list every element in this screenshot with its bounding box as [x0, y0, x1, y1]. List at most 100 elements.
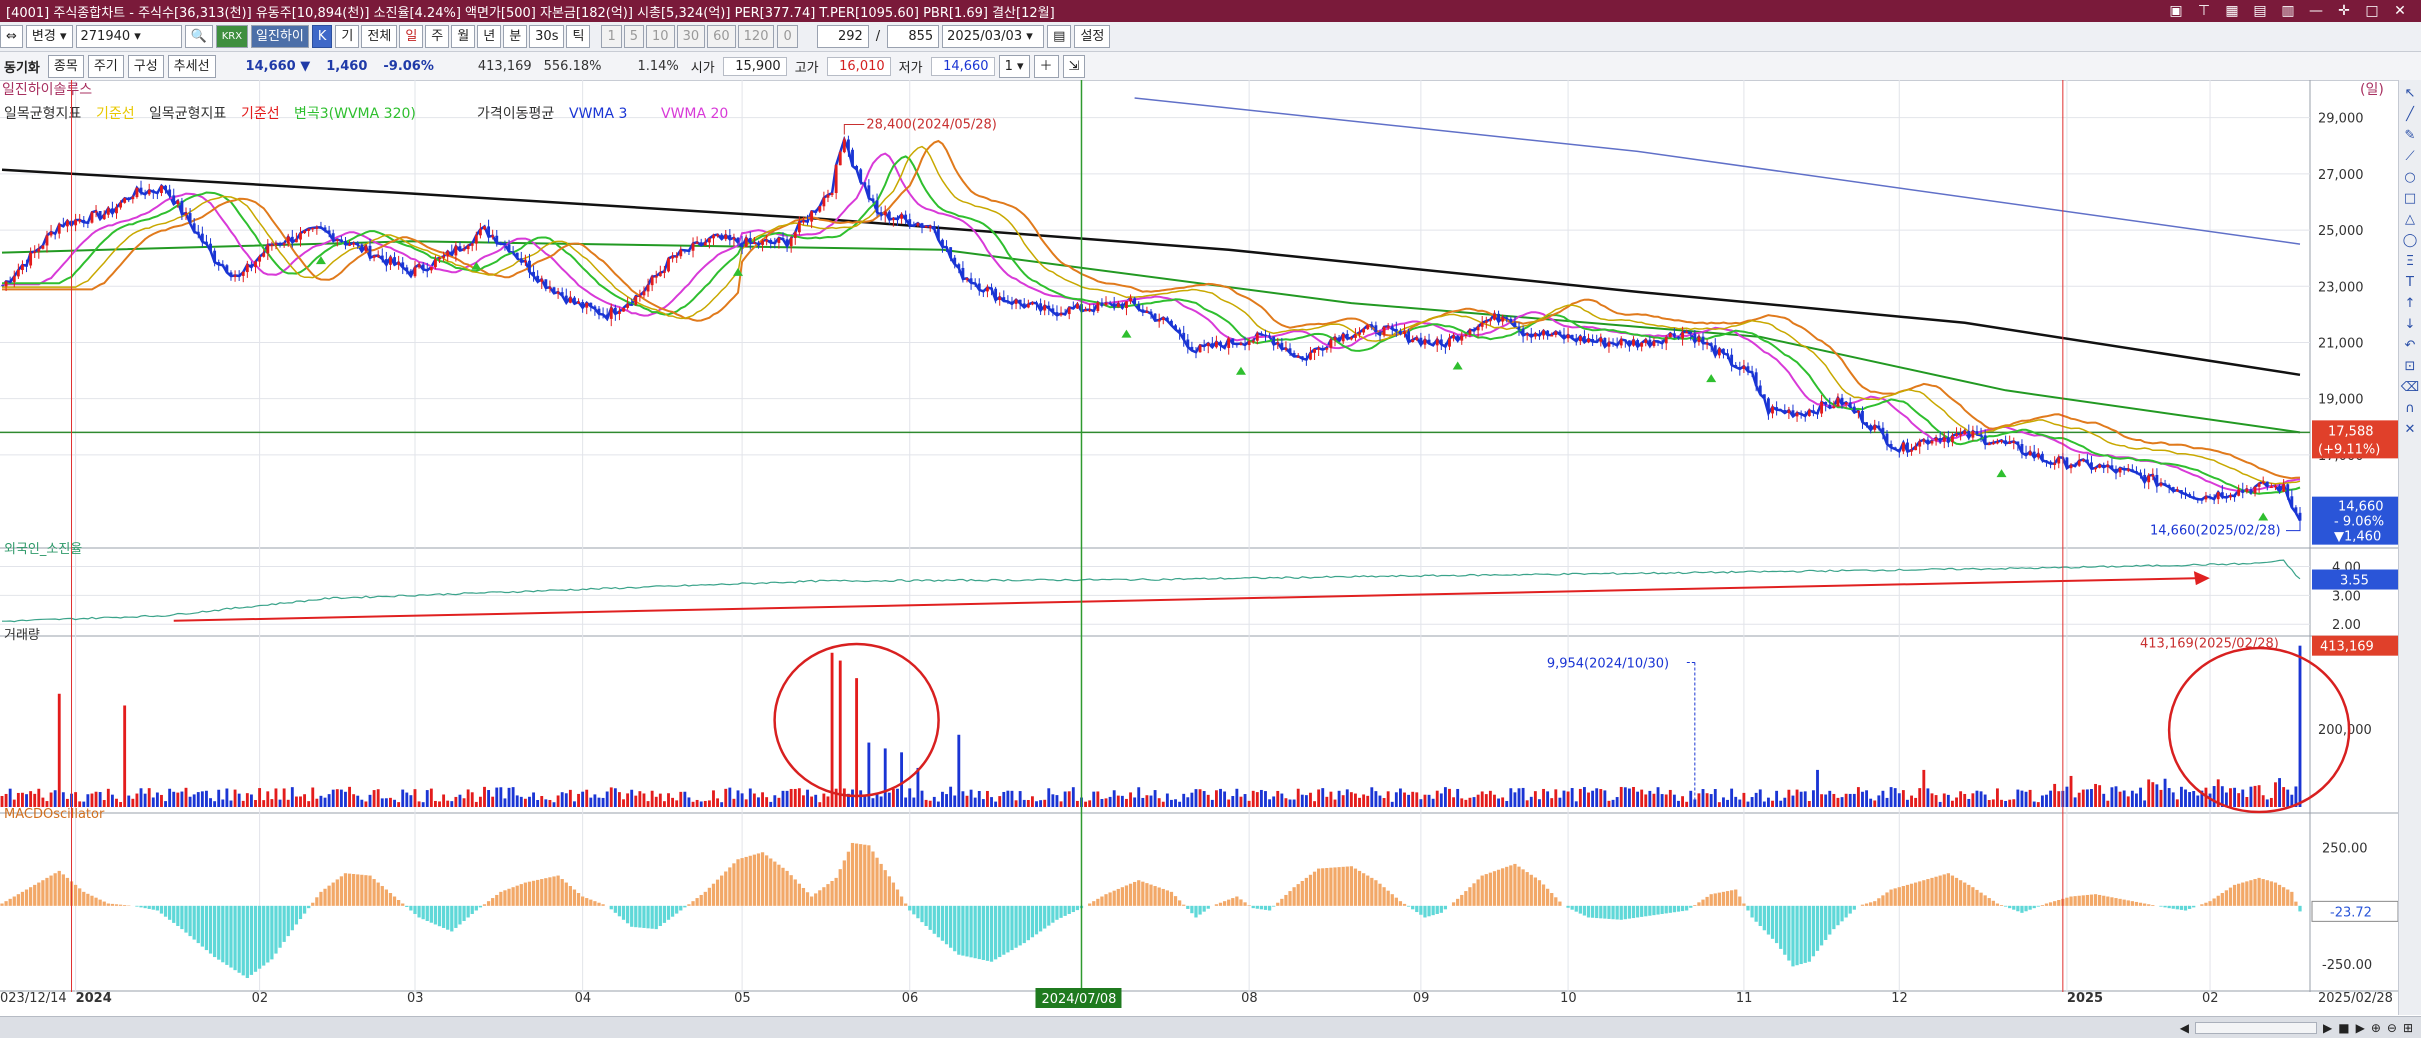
grid-icon[interactable]: ▦: [2223, 3, 2241, 19]
restore-icon[interactable]: ▣: [2167, 3, 2185, 19]
tab-1[interactable]: 전체: [361, 25, 398, 48]
zoom-out-icon[interactable]: ⊖: [2387, 1021, 2397, 1035]
compose-button[interactable]: 구성: [127, 54, 164, 78]
volume-bar: [1488, 790, 1492, 807]
stock-chart[interactable]: 29,00027,00025,00023,00021,00019,00017,0…: [0, 80, 2398, 1016]
candle-body: [716, 234, 719, 237]
period-button-30[interactable]: 30: [676, 25, 706, 48]
lock-icon[interactable]: ⊡: [2405, 359, 2416, 374]
tab-0[interactable]: 기: [335, 25, 360, 48]
tab-8[interactable]: 틱: [566, 25, 591, 48]
zoom-fit-icon[interactable]: ⊞: [2403, 1021, 2413, 1035]
period-button-1[interactable]: 1: [601, 25, 622, 48]
scroll-right-icon[interactable]: ▶: [2323, 1021, 2332, 1035]
volume-panel-title: 거래량: [4, 628, 40, 643]
close-icon[interactable]: ✕: [2391, 3, 2409, 19]
macd-bar: [1423, 905, 1427, 918]
tab-2[interactable]: 일: [399, 25, 424, 48]
candle-body: [1787, 410, 1791, 413]
image-icon[interactable]: ▤: [2251, 3, 2269, 19]
tab-6[interactable]: 분: [503, 25, 528, 48]
tab-3[interactable]: 주: [425, 25, 450, 48]
volume-bar: [1975, 790, 1979, 807]
pen-tool-icon[interactable]: ✎: [2405, 128, 2416, 143]
macd-bar: [176, 905, 180, 927]
open-label: 시가: [690, 60, 715, 76]
date-select[interactable]: 2025/03/03 ▾: [942, 25, 1045, 48]
stock-button[interactable]: 종목: [47, 54, 84, 78]
eraser-icon[interactable]: ⌫: [2401, 380, 2419, 395]
undo-icon[interactable]: ↶: [2405, 338, 2416, 353]
volume-bar: [327, 794, 331, 807]
tab-7[interactable]: 30s: [529, 25, 565, 48]
tab-5[interactable]: 년: [477, 25, 502, 48]
macd-bar: [654, 905, 658, 930]
volume-bar: [1897, 793, 1901, 807]
settings-button[interactable]: 설정: [1074, 25, 1111, 48]
play-icon[interactable]: ▶: [2356, 1021, 2365, 1035]
search-icon[interactable]: 🔍: [184, 25, 213, 48]
period-button-120[interactable]: 120: [737, 25, 775, 48]
circle-tool-icon[interactable]: ○: [2404, 170, 2415, 185]
volume-bar: [920, 790, 924, 807]
candle-body: [1668, 333, 1672, 338]
pin-icon[interactable]: ⊤: [2195, 3, 2213, 19]
text-tool-icon[interactable]: T: [2406, 275, 2414, 290]
page-select[interactable]: 1 ▾: [998, 54, 1030, 78]
macd-bar: [1337, 867, 1341, 906]
minimize-icon[interactable]: —: [2307, 3, 2325, 19]
scroll-track[interactable]: [2195, 1021, 2317, 1034]
candle-body: [1951, 435, 1954, 442]
candle-body: [421, 264, 425, 270]
magnet-icon[interactable]: ∩: [2405, 401, 2415, 416]
stock-name-field[interactable]: 일진하이: [251, 25, 309, 48]
macd-bar: [1635, 905, 1640, 918]
save-icon[interactable]: ▤: [1047, 25, 1072, 48]
move-icon[interactable]: ✛: [2335, 3, 2353, 19]
macd-bar: [1824, 905, 1828, 940]
macd-bar: [1484, 874, 1488, 906]
macd-bar: [2069, 896, 2073, 906]
zero-button[interactable]: 0: [777, 25, 798, 48]
count-field[interactable]: 292: [816, 25, 869, 48]
candle-body: [1734, 365, 1738, 368]
fib-tool-icon[interactable]: Ξ: [2406, 254, 2414, 269]
rect-tool-icon[interactable]: □: [2404, 191, 2416, 206]
volume-bar: [634, 795, 638, 807]
period-button[interactable]: 주기: [87, 54, 124, 78]
stop-icon[interactable]: ■: [2338, 1021, 2349, 1035]
period-button-5[interactable]: 5: [623, 25, 645, 48]
k-button[interactable]: K: [311, 25, 333, 48]
split-icon[interactable]: ⇔: [0, 25, 23, 48]
arrow-down-tool-icon[interactable]: ↓: [2405, 317, 2416, 332]
bottom-scrollbar[interactable]: ◀ ▶ ■ ▶ ⊕ ⊖ ⊞: [0, 1016, 2421, 1038]
dock-icon[interactable]: ▥: [2279, 3, 2297, 19]
code-select[interactable]: 271940 ▾: [75, 25, 182, 48]
triangle-tool-icon[interactable]: △: [2405, 212, 2415, 227]
trend-tool-icon[interactable]: ⟋: [2405, 149, 2414, 164]
ellipse-tool-icon[interactable]: ◯: [2403, 233, 2418, 248]
pointer-icon[interactable]: ↖: [2405, 86, 2416, 101]
zoom-in-icon[interactable]: ⊕: [2371, 1021, 2381, 1035]
period-button-60[interactable]: 60: [707, 25, 736, 48]
add-icon[interactable]: ＋: [1033, 54, 1059, 78]
maximize-icon[interactable]: □: [2363, 3, 2381, 19]
volume-bar: [581, 791, 585, 807]
candle-body: [2241, 489, 2245, 492]
expand-icon[interactable]: ⇲: [1062, 54, 1086, 78]
trendline-button[interactable]: 추세선: [167, 54, 216, 78]
candle-body: [74, 220, 78, 226]
delete-all-icon[interactable]: ✕: [2405, 422, 2416, 437]
change-button[interactable]: 변경 ▾: [25, 25, 73, 48]
scroll-left-icon[interactable]: ◀: [2180, 1021, 2189, 1035]
macd-bar: [1374, 880, 1378, 906]
volume-bar: [1623, 787, 1627, 807]
arrow-up-tool-icon[interactable]: ↑: [2405, 296, 2416, 311]
macd-tick-label: -250.00: [2322, 958, 2372, 973]
macd-bar: [883, 870, 887, 906]
period-button-10[interactable]: 10: [646, 25, 675, 48]
tab-4[interactable]: 월: [451, 25, 476, 48]
total-field[interactable]: 855: [887, 25, 940, 48]
line-tool-icon[interactable]: ╱: [2406, 107, 2414, 122]
volume-bar: [160, 794, 163, 807]
